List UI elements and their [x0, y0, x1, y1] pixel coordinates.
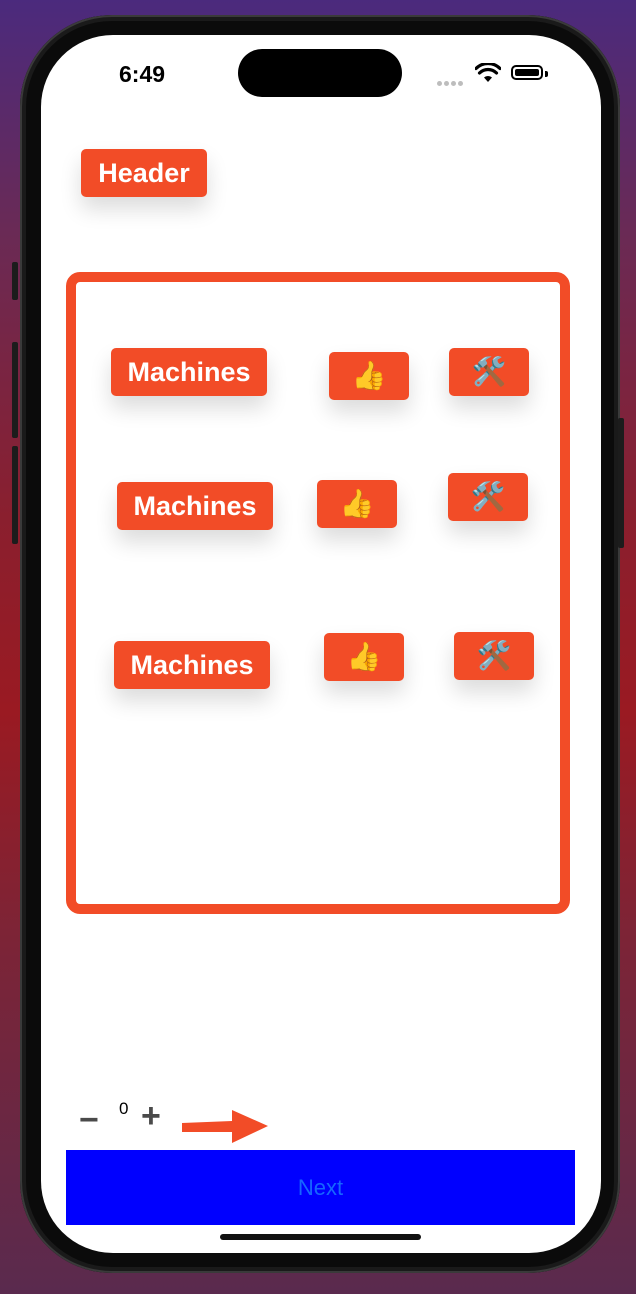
battery-tip [545, 71, 548, 77]
tools-icon[interactable]: 🛠️ [454, 632, 534, 680]
power-button [618, 418, 624, 548]
next-button[interactable]: Next [66, 1150, 575, 1225]
thumbs-up-icon[interactable]: 👍 [324, 633, 404, 681]
machines-label-3: Machines [114, 641, 270, 689]
machines-label-2: Machines [117, 482, 273, 530]
tools-icon[interactable]: 🛠️ [449, 348, 529, 396]
battery-icon [511, 65, 543, 80]
decrement-button[interactable]: − [79, 1103, 99, 1137]
dynamic-island [238, 49, 402, 97]
app-screen: 6:49 Header Machines 👍 🛠️ Machines 👍 🛠️ … [41, 35, 601, 1253]
header-label: Header [81, 149, 207, 197]
tools-icon[interactable]: 🛠️ [448, 473, 528, 521]
machines-label-1: Machines [111, 348, 267, 396]
status-icons [437, 63, 555, 86]
cellular-signal-icon [437, 73, 465, 91]
thumbs-up-icon[interactable]: 👍 [317, 480, 397, 528]
volume-down-button [12, 446, 18, 544]
volume-up-button [12, 342, 18, 438]
stepper-value: 0 [119, 1099, 129, 1118]
thumbs-up-icon[interactable]: 👍 [329, 352, 409, 400]
wifi-icon [475, 63, 501, 82]
arrow-right-icon [182, 1110, 268, 1143]
status-time: 6:49 [119, 61, 166, 87]
action-button [12, 262, 18, 300]
home-indicator [220, 1234, 421, 1240]
increment-button[interactable]: + [141, 1099, 161, 1133]
